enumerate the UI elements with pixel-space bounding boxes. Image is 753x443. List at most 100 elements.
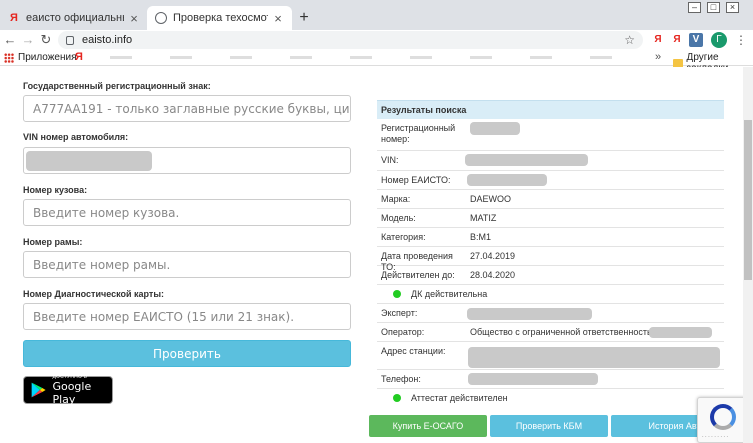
bookmarks-bar: Приложения Я » Другие закладки: [0, 50, 753, 74]
body-number-input[interactable]: [23, 199, 351, 226]
yandex-extension-icon[interactable]: Я: [651, 33, 665, 47]
lock-icon: [66, 35, 74, 45]
result-value: B:M1: [470, 232, 492, 242]
result-row-phone: Телефон:: [377, 370, 724, 389]
redacted-value: [470, 122, 520, 135]
bookmark-links: [110, 56, 630, 59]
new-tab-button[interactable]: +: [295, 9, 313, 27]
result-key: Действителен до:: [381, 270, 455, 280]
google-play-badge[interactable]: Доступно в Google Play: [23, 374, 113, 406]
status-dot-icon: [393, 290, 401, 298]
result-row-vin: VIN:: [377, 151, 724, 171]
result-key: Марка:: [381, 194, 411, 204]
diag-card-input[interactable]: [23, 303, 351, 330]
page-scrollbar[interactable]: [743, 67, 753, 443]
result-row-category: Категория: B:M1: [377, 228, 724, 247]
redacted-value: [465, 154, 588, 166]
yandex-icon: Я: [10, 12, 18, 24]
result-key: Регистрационный номер:: [381, 123, 456, 144]
page-content: Государственный регистрационный знак: VI…: [0, 67, 753, 443]
close-icon[interactable]: ×: [128, 11, 140, 26]
reg-sign-field[interactable]: [33, 101, 350, 116]
diag-card-field[interactable]: [33, 309, 350, 324]
body-number-field[interactable]: [33, 205, 350, 220]
tab-techinspection-check[interactable]: Проверка техосмотра по базе Е ×: [147, 6, 292, 30]
avatar[interactable]: Г: [711, 32, 727, 48]
tab-title: еаисто официальный сайт прове: [26, 12, 124, 24]
result-key: Телефон:: [381, 374, 421, 384]
result-row-address: Адрес станции:: [377, 342, 724, 370]
yandex-bar-icon[interactable]: Я: [670, 33, 684, 47]
globe-icon: [155, 12, 167, 24]
frame-number-input[interactable]: [23, 251, 351, 278]
result-key: Модель:: [381, 213, 416, 223]
dk-status-row: ДК действительна: [377, 285, 724, 304]
google-play-big-text: Google Play: [52, 380, 92, 406]
close-icon[interactable]: ×: [272, 11, 284, 26]
result-row-reg-number: Регистрационный номер:: [377, 119, 724, 151]
status-dot-icon: [393, 394, 401, 402]
tab-strip: Я еаисто официальный сайт прове × Провер…: [0, 0, 753, 30]
result-value: MATIZ: [470, 213, 497, 223]
address-bar[interactable]: eaisto.info ☆: [58, 31, 643, 49]
frame-number-label: Номер рамы:: [23, 237, 83, 247]
buy-osago-button[interactable]: Купить Е-ОСАГО: [369, 415, 487, 437]
vk-extension-icon[interactable]: V: [689, 33, 703, 47]
tab-eaisto-search[interactable]: Я еаисто официальный сайт прове ×: [0, 6, 148, 30]
star-icon[interactable]: ☆: [624, 31, 635, 49]
back-icon[interactable]: ←: [2, 31, 18, 49]
apps-grid-icon: [4, 52, 14, 63]
result-row-model: Модель: MATIZ: [377, 209, 724, 228]
frame-number-field[interactable]: [33, 257, 350, 272]
close-window-icon[interactable]: ×: [726, 2, 739, 13]
reload-icon[interactable]: ↻: [38, 31, 54, 49]
tab-title: Проверка техосмотра по базе Е: [173, 12, 268, 24]
yandex-icon[interactable]: Я: [75, 51, 83, 63]
reg-sign-input[interactable]: [23, 95, 351, 122]
menu-icon[interactable]: ⋮: [735, 32, 747, 48]
result-key: Оператор:: [381, 327, 425, 337]
result-value: 28.04.2020: [470, 270, 516, 280]
redacted-value: [467, 174, 547, 186]
result-key: Категория:: [381, 232, 426, 242]
result-key: Эксперт:: [381, 308, 418, 318]
result-row-expert: Эксперт:: [377, 304, 724, 323]
vin-label: VIN номер автомобиля:: [23, 132, 129, 142]
result-key: Адрес станции:: [381, 346, 446, 356]
redacted-vin: [26, 151, 152, 171]
redacted-value: [468, 347, 720, 368]
result-key: Номер ЕАИСТО:: [381, 175, 451, 185]
forward-icon[interactable]: →: [20, 31, 36, 49]
check-kbm-button[interactable]: Проверить КБМ: [490, 415, 608, 437]
result-row-valid-until: Действителен до: 28.04.2020: [377, 266, 724, 285]
apps-label: Приложения: [18, 52, 77, 63]
url-text: eaisto.info: [82, 34, 133, 46]
minimize-icon[interactable]: ‒: [688, 2, 701, 13]
check-button[interactable]: Проверить: [23, 340, 351, 367]
result-value: Общество с ограниченной ответственностью: [470, 327, 659, 337]
results-title: Результаты поиска: [377, 100, 724, 119]
recaptcha-icon: [710, 404, 736, 430]
redacted-value: [467, 308, 592, 320]
attestat-status-text: Аттестат действителен: [411, 393, 508, 403]
result-value: DAEWOO: [470, 194, 512, 204]
result-value: 27.04.2019: [470, 251, 516, 261]
body-number-label: Номер кузова:: [23, 185, 88, 195]
result-row-inspection-date: Дата проведения ТО: 27.04.2019: [377, 247, 724, 272]
diag-card-label: Номер Диагностической карты:: [23, 289, 165, 299]
attestat-status-row: Аттестат действителен: [377, 389, 724, 408]
result-key: VIN:: [381, 155, 399, 165]
apps-bookmark[interactable]: Приложения: [4, 52, 77, 63]
result-row-eaisto-number: Номер ЕАИСТО:: [377, 171, 724, 190]
bookmarks-overflow-icon[interactable]: »: [655, 51, 661, 63]
google-play-icon: [31, 382, 46, 398]
browser-toolbar: ← → ↻ eaisto.info ☆ Я Я V Г ⋮: [0, 30, 753, 50]
search-results-panel: Результаты поиска Регистрационный номер:…: [377, 100, 724, 403]
redacted-value: [468, 373, 598, 385]
reg-sign-label: Государственный регистрационный знак:: [23, 81, 211, 91]
scrollbar-thumb[interactable]: [744, 120, 752, 280]
redacted-value: [649, 327, 712, 338]
recaptcha-privacy-icon: · · · · · · · · ·: [702, 434, 729, 440]
result-row-operator: Оператор: Общество с ограниченной ответс…: [377, 323, 724, 342]
maximize-icon[interactable]: □: [707, 2, 720, 13]
